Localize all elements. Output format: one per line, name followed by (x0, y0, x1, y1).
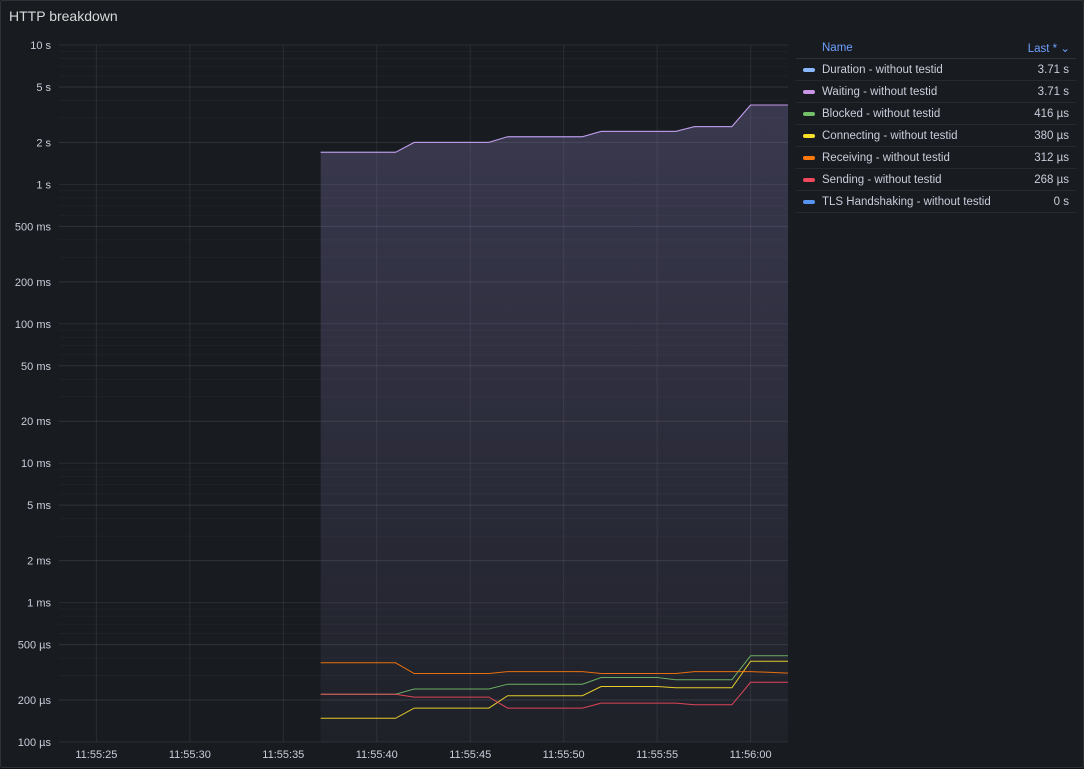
series-color-swatch (803, 199, 815, 204)
y-tick-label: 1 s (36, 179, 51, 191)
y-tick-label: 5 s (36, 82, 51, 94)
legend-item-value: 3.71 s (1037, 63, 1069, 76)
legend-item-value: 380 µs (1034, 129, 1069, 142)
y-tick-label: 2 s (36, 137, 51, 149)
legend-header: Name Last * ⌄ (796, 38, 1076, 59)
x-tick-label: 11:55:55 (636, 749, 678, 761)
y-tick-label: 2 ms (27, 556, 51, 568)
legend-name-header[interactable]: Name (796, 42, 853, 54)
legend-item[interactable]: Sending - without testid 268 µs (796, 169, 1076, 191)
series-color-swatch (803, 177, 815, 182)
legend-item-name: Blocked - without testid (822, 107, 941, 120)
legend-item[interactable]: Waiting - without testid 3.71 s (796, 81, 1076, 103)
legend-rows: Duration - without testid 3.71 s Waiting -… (796, 59, 1076, 213)
legend-last-header[interactable]: Last * ⌄ (1028, 41, 1076, 55)
y-tick-label: 500 ms (15, 221, 52, 233)
legend-item-name: Receiving - without testid (822, 151, 950, 164)
x-tick-label: 11:55:30 (169, 749, 211, 761)
legend-item[interactable]: Connecting - without testid 380 µs (796, 125, 1076, 147)
y-tick-label: 100 ms (15, 319, 52, 331)
legend-table: Name Last * ⌄ Duration - without testid 3… (796, 38, 1076, 213)
legend-item-name: Sending - without testid (822, 173, 942, 186)
series-color-swatch (803, 111, 815, 116)
legend-item[interactable]: Duration - without testid 3.71 s (796, 59, 1076, 81)
y-tick-label: 500 µs (18, 640, 52, 652)
series-color-swatch (803, 89, 815, 94)
legend-item-name: Duration - without testid (822, 63, 943, 76)
y-tick-label: 20 ms (21, 416, 51, 428)
legend-item[interactable]: Receiving - without testid 312 µs (796, 147, 1076, 169)
x-tick-label: 11:55:45 (449, 749, 491, 761)
http-breakdown-panel: HTTP breakdown 10 s5 s2 s1 s 500 ms 200 ms… (0, 0, 1084, 768)
series-color-swatch (803, 133, 815, 138)
legend-item-name: Connecting - without testid (822, 129, 958, 142)
legend-item-value: 312 µs (1034, 151, 1069, 164)
time-series-chart[interactable]: 10 s 5 s 2 s 1 s 500 ms 200 ms 100 ms 50 ms 20 m… (1, 1, 791, 769)
series-area-fill (320, 105, 788, 742)
legend-item-name: TLS Handshaking - without testid (822, 195, 991, 208)
y-tick-label: 50 ms (21, 361, 51, 373)
legend-item-value: 3.71 s (1037, 85, 1069, 98)
legend-item-name: Waiting - without testid (822, 85, 938, 98)
x-tick-label: 11:55:40 (356, 749, 398, 761)
x-tick-label: 11:55:50 (543, 749, 585, 761)
y-tick-label: 10 s (30, 40, 51, 52)
x-tick-label: 11:55:35 (262, 749, 304, 761)
legend-item-value: 268 µs (1034, 173, 1069, 186)
legend-item[interactable]: TLS Handshaking - without testid 0 s (796, 191, 1076, 213)
x-tick-label: 11:56:00 (730, 749, 772, 761)
y-tick-label: 5 ms (27, 500, 51, 512)
series-color-swatch (803, 67, 815, 72)
y-tick-label: 200 ms (15, 277, 52, 289)
legend-item[interactable]: Blocked - without testid 416 µs (796, 103, 1076, 125)
y-tick-label: 10 ms (21, 458, 51, 470)
y-tick-label: 1 ms (27, 598, 51, 610)
legend-item-value: 0 s (1053, 195, 1069, 208)
y-tick-label: 200 µs (18, 695, 52, 707)
legend-item-value: 416 µs (1034, 107, 1069, 120)
x-tick-label: 11:55:25 (75, 749, 117, 761)
series-color-swatch (803, 155, 815, 160)
y-tick-label: 100 µs (18, 737, 52, 749)
